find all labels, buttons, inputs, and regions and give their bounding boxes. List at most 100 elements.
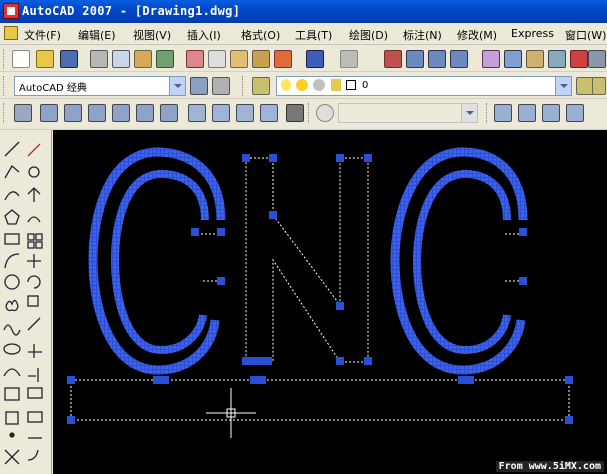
menu-insert[interactable]: 插入(I) [187, 27, 221, 43]
chevron-down-icon[interactable] [169, 77, 185, 95]
cnc-drawing[interactable] [53, 130, 607, 474]
letter-c-left[interactable] [88, 147, 226, 375]
menu-format[interactable]: 格式(O) [241, 27, 280, 43]
markup-icon[interactable] [570, 50, 588, 68]
sun-icon [296, 79, 309, 91]
right-view-icon[interactable] [112, 104, 130, 122]
toolbar-grip[interactable] [486, 103, 489, 123]
workspace-settings-icon[interactable] [190, 77, 208, 95]
underline-rectangle[interactable] [67, 376, 573, 424]
watermark: From www.5iMX.com [495, 461, 604, 472]
break-icon [27, 387, 43, 399]
menu-draw[interactable]: 绘图(D) [349, 27, 388, 43]
tool-palettes-icon[interactable] [526, 50, 544, 68]
toolbar-grip[interactable] [3, 76, 6, 96]
trim-icon [28, 344, 42, 358]
layer-previous-icon[interactable] [592, 77, 606, 95]
open-icon[interactable] [36, 50, 54, 68]
named-views-icon[interactable] [14, 104, 32, 122]
draw-order-above-icon[interactable] [542, 104, 560, 122]
menu-edit[interactable]: 编辑(E) [78, 27, 116, 43]
document-icon[interactable] [4, 26, 18, 40]
match-properties-icon[interactable] [252, 50, 270, 68]
design-center-icon[interactable] [504, 50, 522, 68]
menu-window[interactable]: 窗口(W) [565, 27, 606, 43]
draw-order-back-icon[interactable] [518, 104, 536, 122]
left-view-icon[interactable] [88, 104, 106, 122]
copy-icon[interactable] [208, 50, 226, 68]
ne-iso-icon[interactable] [236, 104, 254, 122]
sw-iso-icon[interactable] [188, 104, 206, 122]
layer-select-value: 0 [361, 79, 369, 91]
undo-icon[interactable] [306, 50, 324, 68]
workspace-select[interactable]: AutoCAD 经典 [14, 76, 186, 96]
block-editor-icon[interactable] [274, 50, 292, 68]
redo-icon[interactable] [340, 50, 358, 68]
draw-order-front-icon[interactable] [494, 104, 512, 122]
crosshair-cursor [206, 388, 256, 438]
top-view-icon[interactable] [40, 104, 58, 122]
back-view-icon[interactable] [160, 104, 178, 122]
mirror-icon [27, 187, 41, 202]
join-icon [27, 411, 43, 423]
zoom-previous-icon[interactable] [450, 50, 468, 68]
zoom-window-icon[interactable] [428, 50, 446, 68]
chevron-down-icon[interactable] [461, 104, 477, 122]
draw-order-under-icon[interactable] [566, 104, 584, 122]
back-arrow-icon[interactable] [316, 104, 334, 122]
camera-icon[interactable] [286, 104, 304, 122]
cut-icon[interactable] [186, 50, 204, 68]
lock-icon [330, 79, 341, 91]
calculator-icon[interactable] [588, 50, 606, 68]
fillet-icon [27, 449, 39, 461]
toolbar-grip[interactable] [242, 76, 245, 96]
sheet-set-icon[interactable] [548, 50, 566, 68]
se-iso-icon[interactable] [212, 104, 230, 122]
extend-icon [28, 368, 39, 382]
print-icon[interactable] [90, 50, 108, 68]
stretch-icon [27, 317, 41, 331]
letter-n[interactable] [242, 154, 372, 365]
menu-view[interactable]: 视图(V) [133, 27, 171, 43]
layer-properties-icon[interactable] [252, 77, 270, 95]
menu-tools[interactable]: 工具(T) [295, 27, 332, 43]
view-select[interactable] [338, 103, 478, 123]
toolbar-grip[interactable] [308, 103, 311, 123]
publish-icon[interactable] [134, 50, 152, 68]
workspace-lock-icon[interactable] [212, 77, 230, 95]
point-icon [9, 432, 15, 438]
views-toolbar [0, 100, 607, 130]
line-icon [4, 141, 20, 157]
save-icon[interactable] [60, 50, 78, 68]
scale-icon [27, 295, 39, 307]
menu-express[interactable]: Express [511, 27, 554, 40]
new-icon[interactable] [12, 50, 30, 68]
letter-c-right[interactable] [390, 147, 528, 375]
copy-object-icon [28, 166, 40, 178]
menu-file[interactable]: 文件(F) [24, 27, 61, 43]
ellipse-icon [3, 343, 21, 355]
front-view-icon[interactable] [136, 104, 154, 122]
draw-modify-toolbars [0, 130, 52, 474]
chevron-down-icon[interactable] [555, 77, 571, 95]
bottom-view-icon[interactable] [64, 104, 82, 122]
freeze-viewport-icon [313, 79, 326, 91]
print-preview-icon[interactable] [112, 50, 130, 68]
3d-dwf-icon[interactable] [156, 50, 174, 68]
drawing-canvas[interactable]: From www.5iMX.com [53, 130, 607, 474]
menu-dimension[interactable]: 标注(N) [403, 27, 442, 43]
zoom-realtime-icon[interactable] [406, 50, 424, 68]
title-bar: AutoCAD 2007 - [Drawing1.dwg] [0, 0, 607, 23]
tool-icons [3, 141, 43, 465]
layer-color-swatch [345, 80, 356, 90]
pan-icon[interactable] [384, 50, 402, 68]
menu-modify[interactable]: 修改(M) [457, 27, 497, 43]
toolbar-grip[interactable] [3, 49, 6, 69]
insert-block-icon [4, 387, 20, 401]
nw-iso-icon[interactable] [260, 104, 278, 122]
paste-icon[interactable] [230, 50, 248, 68]
properties-icon[interactable] [482, 50, 500, 68]
toolbar-grip[interactable] [3, 103, 6, 123]
layer-select[interactable]: 0 [276, 76, 572, 96]
autocad-app-icon[interactable] [3, 3, 19, 19]
